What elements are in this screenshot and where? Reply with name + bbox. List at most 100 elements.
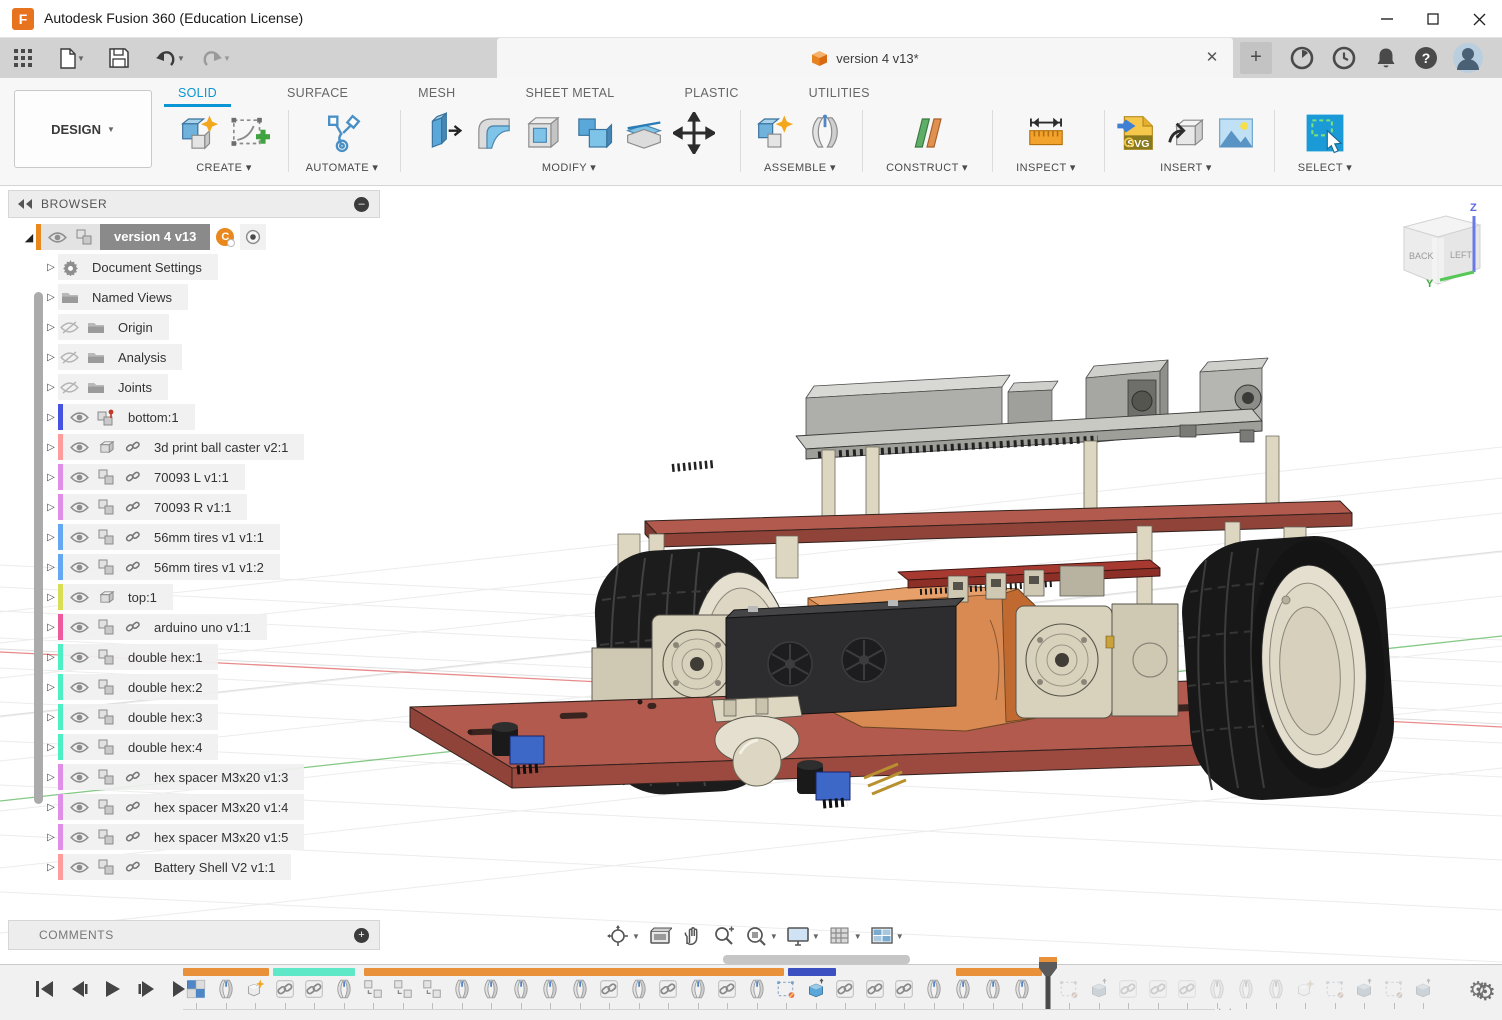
expand-caret-icon[interactable]: ▷ [44, 472, 58, 483]
timeline-group-bar[interactable] [364, 968, 784, 976]
close-button[interactable] [1456, 0, 1502, 38]
timeline-feature-sketch[interactable] [1383, 978, 1405, 1000]
user-avatar[interactable] [1452, 42, 1484, 74]
browser-row-70093-r-v1-1[interactable]: ▷ 70093 R v1:1 [8, 492, 428, 522]
expand-caret-icon[interactable]: ▷ [44, 352, 58, 363]
browser-row-joints[interactable]: ▷ Joints [8, 372, 428, 402]
redo-button[interactable]: ▼ [196, 45, 236, 71]
browser-row-70093-l-v1-1[interactable]: ▷ 70093 L v1:1 [8, 462, 428, 492]
group-label-modify[interactable]: MODIFY ▾ [406, 161, 732, 174]
group-label-select[interactable]: SELECT ▾ [1284, 161, 1366, 174]
browser-row-hex-spacer-m3x20-v1-5[interactable]: ▷ hex spacer M3x20 v1:5 [8, 822, 428, 852]
press-pull-icon[interactable] [423, 112, 465, 154]
derive-icon[interactable] [1165, 112, 1207, 154]
visibility-eye-icon[interactable] [68, 501, 90, 514]
combine-icon[interactable] [573, 112, 615, 154]
shell-icon[interactable] [523, 112, 565, 154]
history-clock-icon[interactable] [1332, 46, 1356, 70]
minimize-button[interactable] [1364, 0, 1410, 38]
play-button[interactable] [102, 979, 126, 1003]
group-label-automate[interactable]: AUTOMATE ▾ [296, 161, 388, 174]
browser-row-document-settings[interactable]: ▷ Document Settings [8, 252, 428, 282]
timeline-feature-new-component[interactable] [1294, 978, 1316, 1000]
timeline-feature-component[interactable] [185, 978, 207, 1000]
timeline-feature-link[interactable] [864, 978, 886, 1000]
browser-row-56mm-tires-v1-v1-2[interactable]: ▷ 56mm tires v1 v1:2 [8, 552, 428, 582]
insert-svg-icon[interactable]: SVG [1115, 112, 1157, 154]
step-forward-button[interactable] [136, 979, 160, 1003]
timeline-feature-joint[interactable] [952, 978, 974, 1000]
group-label-construct[interactable]: CONSTRUCT ▾ [872, 161, 982, 174]
timeline-feature-joint[interactable] [1011, 978, 1033, 1000]
timeline-feature-link[interactable] [1117, 978, 1139, 1000]
new-tab-button[interactable]: + [1240, 42, 1272, 74]
visibility-eye-icon[interactable] [68, 531, 90, 544]
timeline-feature-joint[interactable] [1235, 978, 1257, 1000]
timeline-feature-joint[interactable] [510, 978, 532, 1000]
timeline-feature-extrude[interactable] [1353, 978, 1375, 1000]
pan-tool[interactable] [678, 922, 706, 950]
visibility-eye-icon[interactable] [68, 561, 90, 574]
browser-row-double-hex-1[interactable]: ▷ double hex:1 [8, 642, 428, 672]
timeline-feature-link[interactable] [1176, 978, 1198, 1000]
visibility-eye-icon[interactable] [68, 681, 90, 694]
visibility-off-icon[interactable] [58, 381, 80, 394]
visibility-eye-icon[interactable] [68, 621, 90, 634]
save-button[interactable] [106, 45, 132, 71]
timeline-group-bar[interactable] [788, 968, 836, 976]
timeline-scrollbar-thumb[interactable] [723, 955, 910, 964]
visibility-eye-icon[interactable] [68, 801, 90, 814]
timeline-feature-link[interactable] [274, 978, 296, 1000]
visibility-eye-icon[interactable] [68, 711, 90, 724]
timeline-feature-sketch[interactable] [1324, 978, 1346, 1000]
visibility-eye-icon[interactable] [68, 441, 90, 454]
browser-row-double-hex-4[interactable]: ▷ double hex:4 [8, 732, 428, 762]
browser-row-analysis[interactable]: ▷ Analysis [8, 342, 428, 372]
visibility-eye-icon[interactable] [68, 741, 90, 754]
timeline-feature-joint[interactable] [451, 978, 473, 1000]
browser-scrollbar[interactable] [34, 292, 43, 804]
timeline-feature-sketch[interactable] [775, 978, 797, 1000]
tab-surface[interactable]: SURFACE [281, 82, 354, 107]
browser-row-arduino-uno-v1-1[interactable]: ▷ arduino uno v1:1 [8, 612, 428, 642]
browser-row-hex-spacer-m3x20-v1-4[interactable]: ▷ hex spacer M3x20 v1:4 [8, 792, 428, 822]
timeline-feature-link[interactable] [893, 978, 915, 1000]
in-context-badge[interactable]: C [216, 228, 234, 246]
expand-caret-icon[interactable]: ▷ [44, 412, 58, 423]
timeline-feature-joint[interactable] [1206, 978, 1228, 1000]
timeline-feature-joint[interactable] [215, 978, 237, 1000]
timeline-feature-joint[interactable] [539, 978, 561, 1000]
tab-plastic[interactable]: PLASTIC [678, 82, 744, 107]
visibility-eye-icon[interactable] [68, 471, 90, 484]
expand-caret-icon[interactable]: ▷ [44, 772, 58, 783]
timeline-group-bar[interactable] [183, 968, 269, 976]
view-cube[interactable]: BACK LEFT Z Y [1390, 198, 1494, 308]
group-label-insert[interactable]: INSERT ▾ [1108, 161, 1264, 174]
timeline-feature-joint[interactable] [1265, 978, 1287, 1000]
browser-row-hex-spacer-m3x20-v1-3[interactable]: ▷ hex spacer M3x20 v1:3 [8, 762, 428, 792]
maximize-button[interactable] [1410, 0, 1456, 38]
file-menu-button[interactable]: ▼ [52, 45, 92, 71]
expand-caret-icon[interactable]: ▷ [44, 382, 58, 393]
timeline-feature-link[interactable] [1147, 978, 1169, 1000]
expand-caret-icon[interactable]: ▷ [44, 562, 58, 573]
split-body-icon[interactable] [623, 112, 665, 154]
help-icon[interactable]: ? [1414, 46, 1438, 70]
document-tab[interactable]: version 4 v13* ✕ [497, 38, 1233, 78]
fillet-icon[interactable] [473, 112, 515, 154]
tab-solid[interactable]: SOLID [172, 82, 223, 107]
expand-caret-icon[interactable]: ▷ [44, 502, 58, 513]
viewports-tool[interactable]: ▼ [868, 922, 906, 950]
timeline-feature-joint[interactable] [480, 978, 502, 1000]
browser-collapse-all-icon[interactable]: – [354, 197, 369, 212]
browser-row-origin[interactable]: ▷ Origin [8, 312, 428, 342]
timeline-feature-sketch[interactable] [1058, 978, 1080, 1000]
canvas-icon[interactable] [1215, 112, 1257, 154]
timeline-feature-as-built[interactable] [421, 978, 443, 1000]
timeline-feature-joint[interactable] [982, 978, 1004, 1000]
orbit-tool[interactable]: ▼ [604, 922, 642, 950]
expand-caret-icon[interactable]: ▷ [44, 742, 58, 753]
visibility-eye-icon[interactable] [46, 231, 68, 244]
group-label-assemble[interactable]: ASSEMBLE ▾ [748, 161, 852, 174]
timeline-playhead[interactable] [1038, 957, 1058, 1009]
